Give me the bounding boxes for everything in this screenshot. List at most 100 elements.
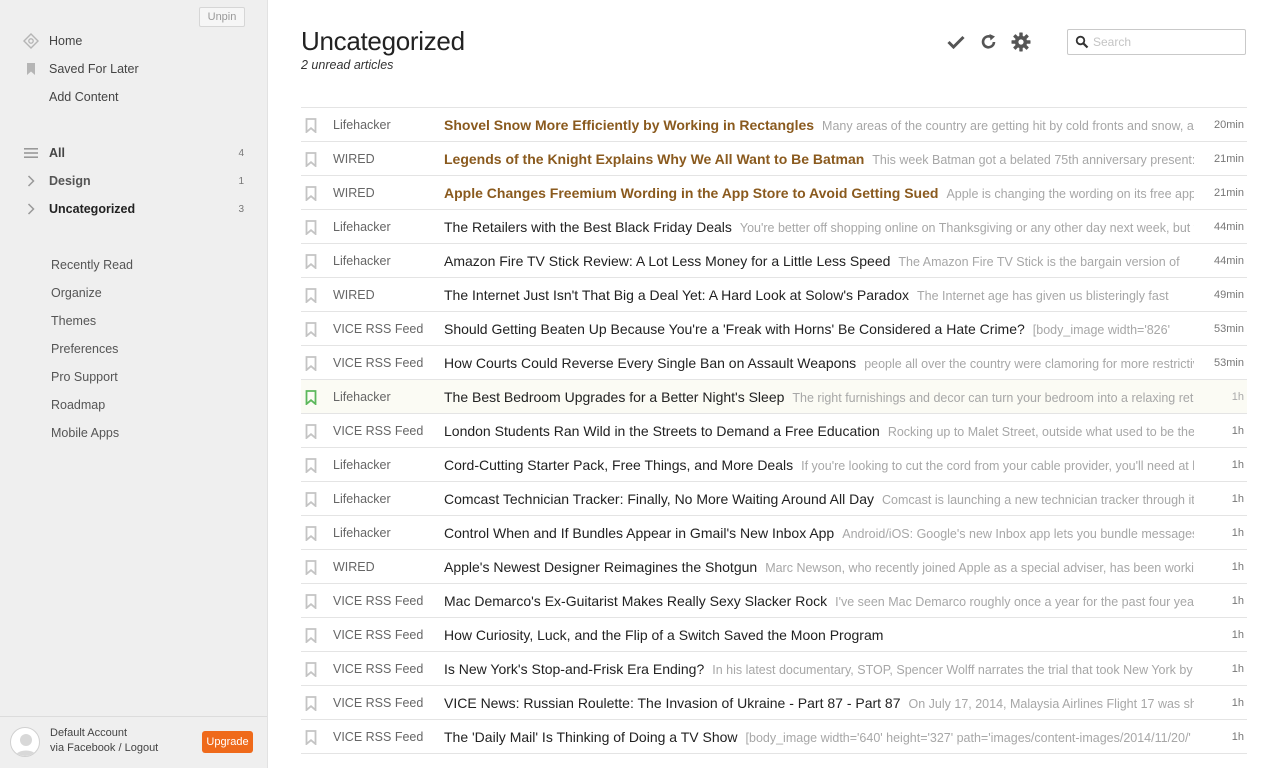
- bookmark-icon[interactable]: [305, 662, 317, 678]
- article-snippet: This week Batman got a belated 75th anni…: [872, 153, 1194, 167]
- article-row[interactable]: Lifehacker Amazon Fire TV Stick Review: A…: [301, 244, 1247, 278]
- sidebar-feed-all[interactable]: All 4: [0, 139, 267, 167]
- article-row[interactable]: VICE RSS Feed Should Getting Beaten Up Be…: [301, 312, 1247, 346]
- bookmark-icon[interactable]: [305, 628, 317, 644]
- article-text: Is New York's Stop-and-Frisk Era Ending?…: [444, 661, 1194, 677]
- article-row[interactable]: VICE RSS Feed Mac Demarco's Ex-Guitarist …: [301, 584, 1247, 618]
- article-title[interactable]: The Retailers with the Best Black Friday…: [444, 219, 732, 235]
- article-title[interactable]: Amazon Fire TV Stick Review: A Lot Less …: [444, 253, 890, 269]
- article-source: WIRED: [333, 560, 375, 574]
- article-snippet: Apple is changing the wording on its fre…: [946, 187, 1194, 201]
- article-title[interactable]: Comcast Technician Tracker: Finally, No …: [444, 491, 874, 507]
- article-row[interactable]: WIRED Apple Changes Freemium Wording in t…: [301, 176, 1247, 210]
- bookmark-icon[interactable]: [305, 322, 317, 338]
- article-title[interactable]: The 'Daily Mail' Is Thinking of Doing a …: [444, 729, 738, 745]
- article-title[interactable]: How Curiosity, Luck, and the Flip of a S…: [444, 627, 883, 643]
- bookmark-icon[interactable]: [305, 424, 317, 440]
- bookmark-icon[interactable]: [305, 560, 317, 576]
- bookmark-icon[interactable]: [305, 458, 317, 474]
- chevron-right-icon[interactable]: [22, 172, 40, 190]
- search-box[interactable]: [1067, 29, 1246, 55]
- bookmark-icon[interactable]: [305, 254, 317, 270]
- bookmark-icon[interactable]: [305, 390, 317, 406]
- sidebar-link-pro-support[interactable]: Pro Support: [51, 363, 118, 391]
- upgrade-button[interactable]: Upgrade: [202, 731, 253, 753]
- sidebar-item-saved-for-later[interactable]: Saved For Later: [0, 55, 267, 83]
- bookmark-icon[interactable]: [305, 356, 317, 372]
- search-input[interactable]: [1093, 33, 1241, 51]
- home-icon: [22, 32, 40, 50]
- article-title[interactable]: Cord-Cutting Starter Pack, Free Things, …: [444, 457, 793, 473]
- article-title[interactable]: London Students Ran Wild in the Streets …: [444, 423, 880, 439]
- sidebar-item-add-content[interactable]: Add Content: [0, 83, 267, 111]
- article-text: Should Getting Beaten Up Because You're …: [444, 321, 1194, 337]
- article-title[interactable]: How Courts Could Reverse Every Single Ba…: [444, 355, 856, 371]
- bookmark-icon[interactable]: [305, 730, 317, 746]
- bookmark-icon[interactable]: [305, 118, 317, 134]
- unpin-button[interactable]: Unpin: [199, 7, 245, 27]
- article-row[interactable]: VICE RSS Feed VICE News: Russian Roulette…: [301, 686, 1247, 720]
- avatar[interactable]: [10, 727, 40, 757]
- sidebar-feed-uncategorized[interactable]: Uncategorized 3: [0, 195, 267, 223]
- bookmark-icon[interactable]: [305, 152, 317, 168]
- sidebar-link-organize[interactable]: Organize: [51, 279, 102, 307]
- article-text: The Retailers with the Best Black Friday…: [444, 219, 1194, 235]
- sidebar-feed-design[interactable]: Design 1: [0, 167, 267, 195]
- article-title[interactable]: The Best Bedroom Upgrades for a Better N…: [444, 389, 784, 405]
- gear-icon[interactable]: [1010, 31, 1032, 53]
- checkmark-icon[interactable]: [945, 31, 967, 53]
- article-text: Apple's Newest Designer Reimagines the S…: [444, 559, 1194, 575]
- bookmark-icon[interactable]: [305, 186, 317, 202]
- article-row[interactable]: WIRED Legends of the Knight Explains Why …: [301, 142, 1247, 176]
- article-time: 53min: [1214, 357, 1244, 369]
- article-source: VICE RSS Feed: [333, 696, 424, 710]
- sidebar-link-themes[interactable]: Themes: [51, 307, 96, 335]
- article-row[interactable]: Lifehacker The Best Bedroom Upgrades for …: [301, 380, 1247, 414]
- article-title[interactable]: VICE News: Russian Roulette: The Invasio…: [444, 695, 901, 711]
- article-title[interactable]: Control When and If Bundles Appear in Gm…: [444, 525, 834, 541]
- article-snippet: Rocking up to Malet Street, outside what…: [887, 425, 1194, 439]
- sidebar-item-home[interactable]: Home: [0, 27, 267, 55]
- bookmark-icon[interactable]: [305, 696, 317, 712]
- article-text: The Internet Just Isn't That Big a Deal …: [444, 287, 1194, 303]
- article-row[interactable]: VICE RSS Feed How Curiosity, Luck, and th…: [301, 618, 1247, 652]
- article-title[interactable]: Shovel Snow More Efficiently by Working …: [444, 117, 814, 133]
- sidebar-link-mobile-apps[interactable]: Mobile Apps: [51, 419, 119, 447]
- bookmark-icon[interactable]: [305, 594, 317, 610]
- chevron-right-icon[interactable]: [22, 200, 40, 218]
- article-row[interactable]: VICE RSS Feed London Students Ran Wild in…: [301, 414, 1247, 448]
- article-row[interactable]: VICE RSS Feed Is New York's Stop-and-Fris…: [301, 652, 1247, 686]
- article-title[interactable]: Mac Demarco's Ex-Guitarist Makes Really …: [444, 593, 827, 609]
- bookmark-icon[interactable]: [305, 492, 317, 508]
- article-row[interactable]: VICE RSS Feed The 'Daily Mail' Is Thinkin…: [301, 720, 1247, 754]
- article-text: VICE News: Russian Roulette: The Invasio…: [444, 695, 1194, 711]
- logout-link[interactable]: via Facebook / Logout: [50, 742, 158, 754]
- article-snippet: [body_image width='640' height='327' pat…: [745, 731, 1191, 745]
- article-row[interactable]: Lifehacker Shovel Snow More Efficiently b…: [301, 108, 1247, 142]
- bookmark-icon[interactable]: [305, 288, 317, 304]
- sidebar-link-preferences[interactable]: Preferences: [51, 335, 118, 363]
- sidebar-link-roadmap[interactable]: Roadmap: [51, 391, 105, 419]
- sidebar-item-label: Design: [49, 174, 91, 188]
- bookmark-icon[interactable]: [305, 526, 317, 542]
- article-row[interactable]: VICE RSS Feed How Courts Could Reverse Ev…: [301, 346, 1247, 380]
- article-row[interactable]: WIRED Apple's Newest Designer Reimagines …: [301, 550, 1247, 584]
- article-row[interactable]: WIRED The Internet Just Isn't That Big a …: [301, 278, 1247, 312]
- article-title[interactable]: Is New York's Stop-and-Frisk Era Ending?: [444, 661, 704, 677]
- article-time: 1h: [1231, 493, 1244, 505]
- article-title[interactable]: Legends of the Knight Explains Why We Al…: [444, 151, 864, 167]
- article-title[interactable]: Should Getting Beaten Up Because You're …: [444, 321, 1025, 337]
- article-title[interactable]: The Internet Just Isn't That Big a Deal …: [444, 287, 909, 303]
- sidebar-item-label: Add Content: [49, 90, 119, 104]
- refresh-icon[interactable]: [978, 31, 1000, 53]
- bookmark-icon[interactable]: [305, 220, 317, 236]
- sidebar-link-recently-read[interactable]: Recently Read: [51, 251, 133, 279]
- article-row[interactable]: Lifehacker Control When and If Bundles Ap…: [301, 516, 1247, 550]
- article-title[interactable]: Apple Changes Freemium Wording in the Ap…: [444, 185, 938, 201]
- article-row[interactable]: Lifehacker The Retailers with the Best Bl…: [301, 210, 1247, 244]
- article-row[interactable]: Lifehacker Comcast Technician Tracker: Fi…: [301, 482, 1247, 516]
- unread-summary: 2 unread articles: [301, 58, 394, 72]
- article-row[interactable]: Lifehacker Cord-Cutting Starter Pack, Fre…: [301, 448, 1247, 482]
- article-time: 1h: [1231, 425, 1244, 437]
- article-title[interactable]: Apple's Newest Designer Reimagines the S…: [444, 559, 757, 575]
